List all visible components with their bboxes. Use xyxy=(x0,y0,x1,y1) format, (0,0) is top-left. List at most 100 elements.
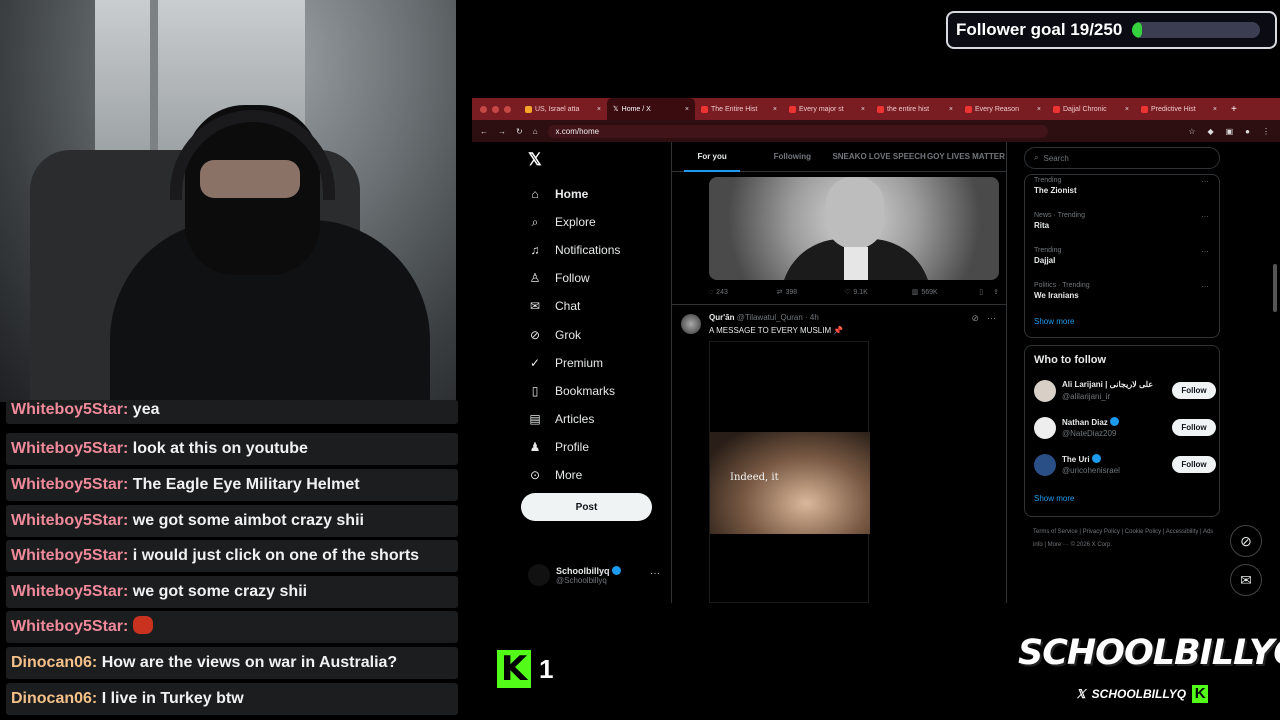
who-to-follow-show-more[interactable]: Show more xyxy=(1034,494,1074,503)
close-tab-icon[interactable]: × xyxy=(1125,106,1129,113)
post-video[interactable]: Indeed, it xyxy=(709,341,870,603)
tab-goy-lives-matter[interactable]: GOY LIVES MATTER xyxy=(926,142,1006,172)
minimize-window-button[interactable] xyxy=(492,105,499,113)
verified-icon xyxy=(1091,454,1101,463)
close-tab-icon[interactable]: × xyxy=(861,106,865,113)
follow-button[interactable]: Follow xyxy=(1172,419,1216,436)
messages-float-icon[interactable]: ✉ xyxy=(1230,564,1262,596)
chat-username: Whiteboy5Star: xyxy=(11,618,129,635)
trend-item[interactable]: News · Trending Rita xyxy=(1034,212,1085,230)
nav-home[interactable]: ⌂ Home xyxy=(528,187,588,201)
trend-more-icon[interactable]: ··· xyxy=(1201,247,1209,256)
browser-tab[interactable]: the entire hist × xyxy=(871,98,959,120)
avatar[interactable] xyxy=(1034,417,1056,439)
nav-profile[interactable]: ♟ Profile xyxy=(528,440,589,454)
tab-for-you[interactable]: For you xyxy=(672,142,752,172)
nav-chat[interactable]: ✉ Chat xyxy=(528,299,580,313)
post-image[interactable] xyxy=(709,177,999,280)
footer-links[interactable]: Terms of Service | Privacy Policy | Cook… xyxy=(1033,526,1223,552)
reload-icon[interactable]: ↻ xyxy=(516,127,523,136)
trend-more-icon[interactable]: ··· xyxy=(1201,212,1209,221)
share-icon[interactable]: ⇪ xyxy=(993,288,999,296)
chat-message: Whiteboy5Star: The Eagle Eye Military He… xyxy=(6,469,458,501)
trend-item[interactable]: Politics · Trending We Iranians xyxy=(1034,282,1090,300)
nav-articles[interactable]: ▤ Articles xyxy=(528,412,594,426)
nav-follow[interactable]: ♙ Follow xyxy=(528,271,590,285)
chat-username: Whiteboy5Star: xyxy=(11,401,129,418)
trend-item[interactable]: Trending The Zionist xyxy=(1034,177,1077,195)
browser-tab[interactable]: Predictive Hist × xyxy=(1135,98,1223,120)
close-tab-icon[interactable]: × xyxy=(1037,106,1041,113)
close-window-button[interactable] xyxy=(480,105,487,113)
avatar[interactable] xyxy=(1034,380,1056,402)
trend-more-icon[interactable]: ··· xyxy=(1201,177,1209,186)
nav-explore[interactable]: ⌕ Explore xyxy=(528,215,596,230)
browser-window: US, Israel atta × 𝕏 Home / X × The Entire H… xyxy=(472,98,1280,603)
post-actions: ◌ 243 ⇄ 398 ♡ 9.1K ▥ 569K ▯ ⇪ xyxy=(709,288,999,297)
grok-icon[interactable]: ⊘ xyxy=(971,313,979,324)
trend-more-icon[interactable]: ··· xyxy=(1201,282,1209,291)
repost-button[interactable]: ⇄ 398 xyxy=(777,288,845,297)
extensions-puzzle-icon[interactable]: ▣ xyxy=(1226,127,1234,136)
url-field[interactable]: x.com/home xyxy=(547,124,1048,138)
follow-button[interactable]: Follow xyxy=(1172,456,1216,473)
home-icon: ⌂ xyxy=(531,187,539,201)
close-tab-icon[interactable]: × xyxy=(685,106,689,113)
avatar[interactable] xyxy=(1034,454,1056,476)
tab-following[interactable]: Following xyxy=(752,142,832,172)
views-button[interactable]: ▥ 569K xyxy=(911,288,980,297)
profile-avatar-icon[interactable]: ● xyxy=(1245,127,1250,136)
nav-grok[interactable]: ⊘ Grok xyxy=(528,328,581,342)
browser-menu-icon[interactable]: ⋮ xyxy=(1262,127,1270,136)
maximize-window-button[interactable] xyxy=(504,105,511,113)
reply-button[interactable]: ◌ 243 xyxy=(709,288,777,296)
new-tab-icon[interactable]: + xyxy=(1223,104,1245,115)
trend-item[interactable]: Trending Dajjal xyxy=(1034,247,1061,265)
account-more-icon[interactable]: ··· xyxy=(650,568,660,579)
forward-icon[interactable]: → xyxy=(498,127,506,136)
scrollbar[interactable] xyxy=(1273,264,1277,312)
browser-tab[interactable]: The Entire Hist × xyxy=(695,98,783,120)
more-icon[interactable]: ··· xyxy=(987,313,996,324)
avatar[interactable] xyxy=(681,314,701,334)
x-logo-icon: 𝕏 xyxy=(1076,687,1086,701)
window-controls xyxy=(472,105,519,113)
nav-bookmarks[interactable]: ▯ Bookmarks xyxy=(528,384,615,398)
close-tab-icon[interactable]: × xyxy=(1213,106,1217,113)
like-button[interactable]: ♡ 9.1K xyxy=(844,288,912,297)
close-tab-icon[interactable]: × xyxy=(773,106,777,113)
browser-tab[interactable]: Dajjal Chronic × xyxy=(1047,98,1135,120)
search-input[interactable]: ⌕ Search xyxy=(1024,147,1220,169)
trends-panel: Trending The Zionist ··· News · Trending R… xyxy=(1024,174,1220,338)
browser-tab[interactable]: Every major st × xyxy=(783,98,871,120)
post-author-name[interactable]: Qur'ān xyxy=(709,313,734,322)
back-icon[interactable]: ← xyxy=(480,127,488,136)
browser-tab[interactable]: US, Israel atta × xyxy=(519,98,607,120)
extension-icon[interactable]: ◆ xyxy=(1207,127,1213,136)
bookmark-icon[interactable]: ▯ xyxy=(979,288,983,296)
follow-button[interactable]: Follow xyxy=(1172,382,1216,399)
tab-sneako-love-speech[interactable]: SNEAKO LOVE SPEECH xyxy=(832,142,925,172)
follow-suggestion: Ali Larijani | علی لاریجانی @alilarijani… xyxy=(1034,379,1216,405)
nav-premium[interactable]: ✓ Premium xyxy=(528,356,603,370)
nav-label: More xyxy=(555,468,583,482)
suggestion-name-row[interactable]: The Uri xyxy=(1062,454,1101,464)
bookmark-star-icon[interactable]: ☆ xyxy=(1188,127,1195,136)
brand-logo-text: SCHOOLBILLYQ xyxy=(1018,633,1280,673)
nav-more[interactable]: ⊙ More xyxy=(528,468,582,482)
trends-show-more[interactable]: Show more xyxy=(1034,317,1074,326)
views-chart-icon: ▥ xyxy=(911,289,919,296)
chat-username: Dinocan06: xyxy=(11,690,98,707)
nav-notifications[interactable]: ♫ Notifications xyxy=(528,243,621,257)
home-icon[interactable]: ⌂ xyxy=(533,127,538,136)
close-tab-icon[interactable]: × xyxy=(949,106,953,113)
browser-tab-active[interactable]: 𝕏 Home / X × xyxy=(607,98,695,120)
grok-float-icon[interactable]: ⊘ xyxy=(1230,525,1262,557)
account-switcher[interactable]: Schoolbillyq @Schoolbillyq xyxy=(528,564,622,586)
suggestion-name-row[interactable]: Nathan Diaz xyxy=(1062,417,1120,427)
close-tab-icon[interactable]: × xyxy=(597,106,601,113)
browser-tab[interactable]: Every Reason × xyxy=(959,98,1047,120)
post-button[interactable]: Post xyxy=(521,493,652,521)
x-logo-icon[interactable]: 𝕏 xyxy=(528,150,542,170)
suggestion-name[interactable]: Ali Larijani | علی لاریجانی xyxy=(1062,380,1153,389)
